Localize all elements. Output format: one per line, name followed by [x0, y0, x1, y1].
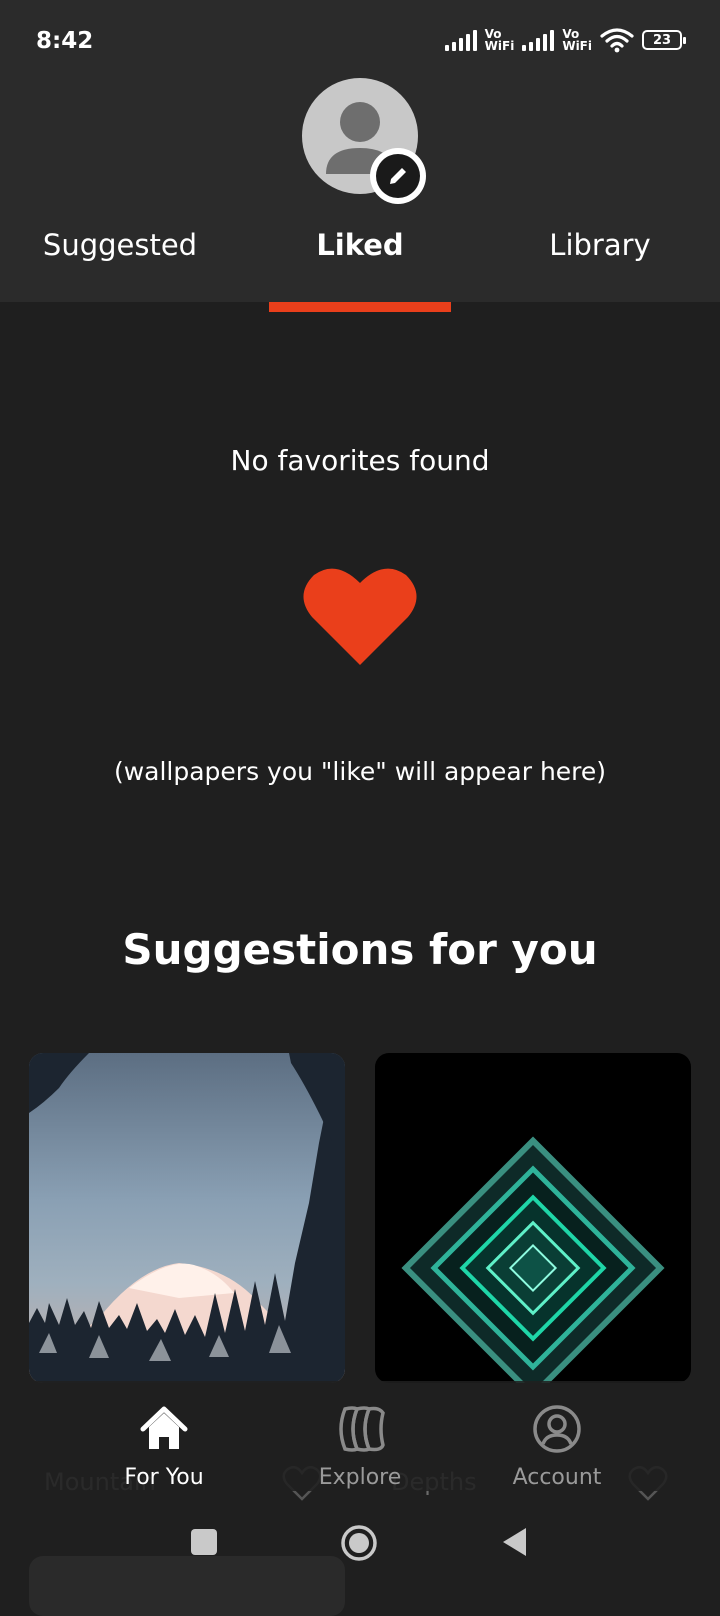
heart-icon [303, 568, 417, 665]
mountain-image [29, 1053, 345, 1383]
nav-explore[interactable]: Explore [260, 1381, 460, 1491]
empty-state-title: No favorites found [230, 444, 490, 477]
signal-icon [522, 29, 555, 51]
suggestions-title: Suggestions for you [122, 925, 598, 974]
wallpaper-card-depths[interactable] [375, 1053, 691, 1383]
wallpaper-card-mountain[interactable] [29, 1053, 345, 1383]
edit-avatar-button[interactable] [370, 148, 426, 204]
wifi-icon [600, 28, 634, 53]
nav-account[interactable]: Account [457, 1381, 657, 1491]
status-bar: 8:42 Vo WiFi Vo WiFi 23 [0, 0, 720, 80]
active-tab-indicator [269, 302, 451, 312]
vowifi-icon: Vo WiFi [484, 27, 515, 53]
battery-icon: 23 [642, 30, 686, 50]
nav-label-explore: Explore [318, 1465, 402, 1490]
back-button[interactable] [500, 1526, 530, 1558]
tab-suggested[interactable]: Suggested [0, 228, 240, 262]
nav-label-for-you: For You [124, 1465, 204, 1490]
tab-liked[interactable]: Liked [240, 228, 480, 262]
nav-label-account: Account [512, 1465, 602, 1490]
signal-icon [444, 29, 477, 51]
explore-icon [339, 1406, 385, 1452]
bottom-navigation: For You Explore Account [0, 1381, 720, 1491]
recents-button[interactable] [190, 1528, 218, 1556]
pencil-icon [390, 168, 406, 184]
empty-state-hint: (wallpapers you "like" will appear here) [113, 757, 607, 786]
tab-bar: Suggested Liked Library [0, 228, 720, 288]
status-time: 8:42 [36, 28, 94, 54]
depths-image [401, 1136, 665, 1383]
home-button[interactable] [340, 1524, 378, 1562]
system-navigation-bar [0, 1510, 720, 1600]
status-icons: Vo WiFi Vo WiFi 23 [444, 26, 686, 54]
battery-level: 23 [652, 32, 672, 48]
nav-for-you[interactable]: For You [64, 1381, 264, 1491]
account-icon [533, 1405, 581, 1453]
tab-library[interactable]: Library [480, 228, 720, 262]
home-icon [140, 1406, 188, 1449]
vowifi-icon: Vo WiFi [562, 27, 592, 53]
